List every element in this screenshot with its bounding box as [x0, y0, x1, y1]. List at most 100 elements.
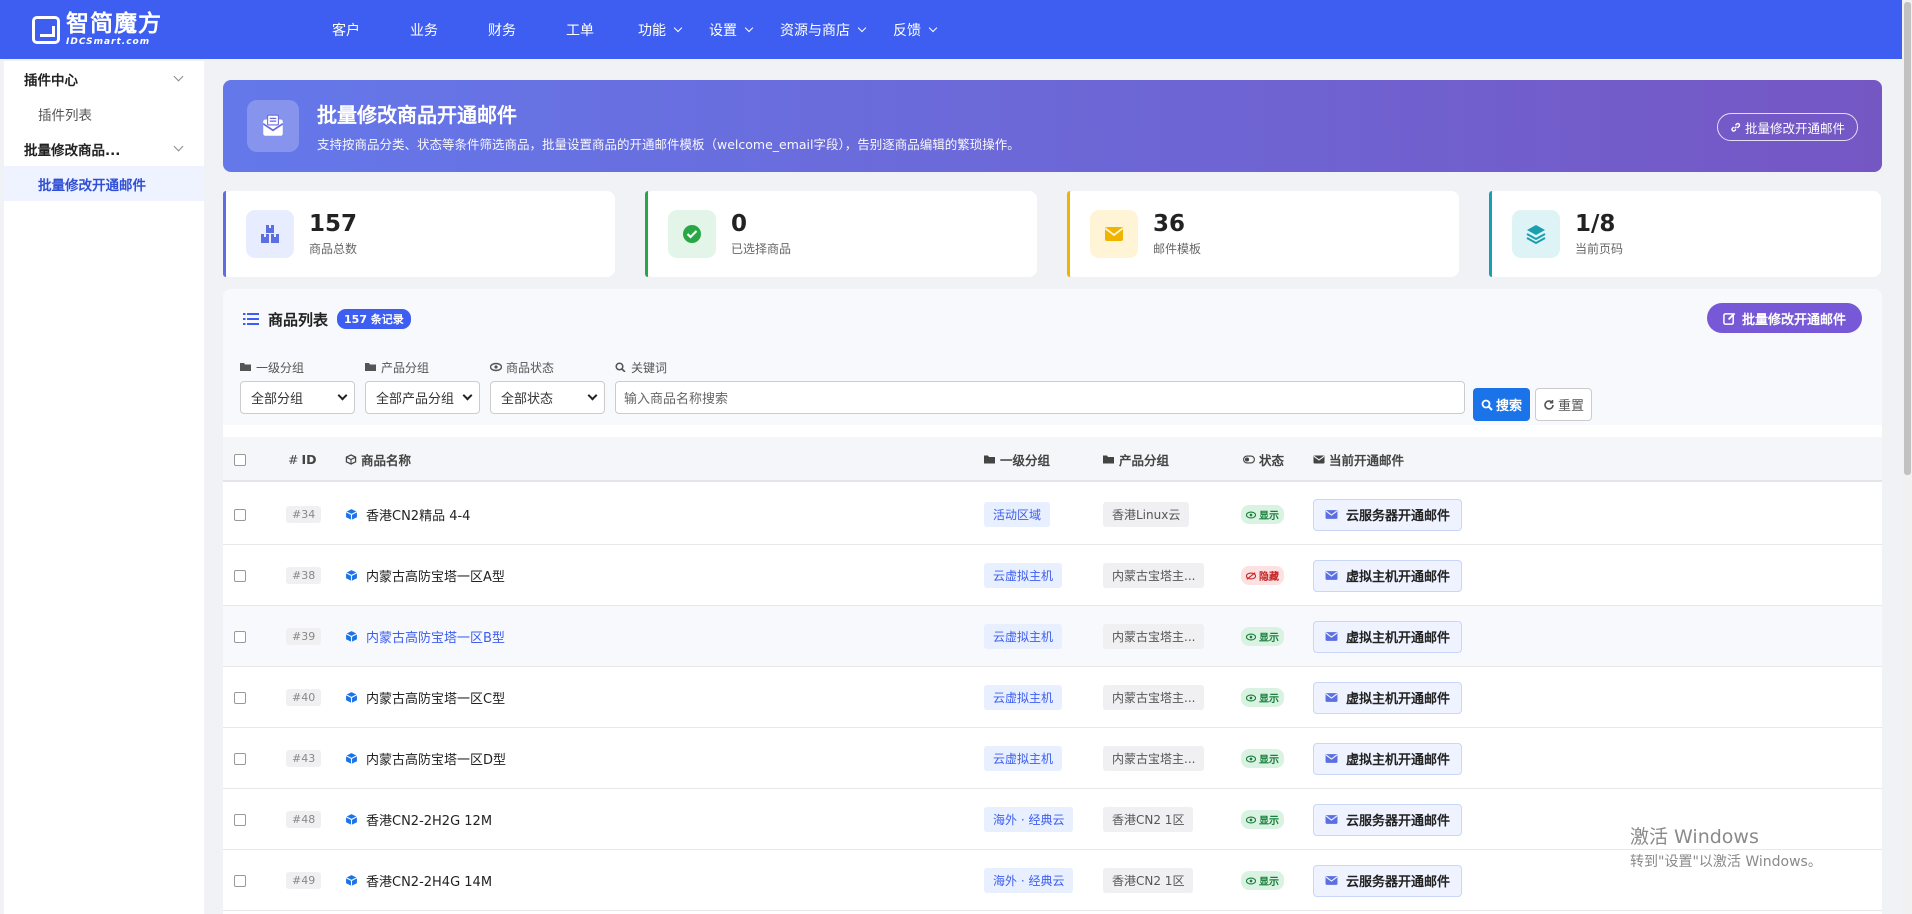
current-mail-button[interactable]: 虚拟主机开通邮件	[1313, 620, 1463, 653]
nav-item-resources-store[interactable]: 资源与商店	[780, 0, 867, 59]
top-navbar: 智简魔方 IDCSmart.com 客户 业务 财务 工单 功能 设置 资源与商…	[0, 0, 1902, 59]
group1-select[interactable]: 全部分组	[240, 381, 355, 414]
nav-item-customers[interactable]: 客户	[332, 0, 360, 59]
col-mail[interactable]: 当前开通邮件	[1313, 437, 1404, 482]
product-name[interactable]: 香港CN2精品 4-4	[366, 505, 470, 524]
eye-icon	[1246, 877, 1256, 884]
envelope-icon	[1325, 632, 1338, 641]
row-checkbox[interactable]	[234, 630, 246, 643]
row-checkbox[interactable]	[234, 691, 246, 704]
nav-item-feedback[interactable]: 反馈	[893, 0, 938, 59]
mail-envelope-icon	[247, 100, 299, 152]
nav-item-settings[interactable]: 设置	[709, 0, 754, 59]
table-row[interactable]: #43 内蒙古高防宝塔一区D型 云虚拟主机 内蒙古宝塔主... 显示 虚拟主机开通邮件	[223, 728, 1882, 789]
chevron-down-icon	[173, 141, 184, 152]
row-checkbox[interactable]	[234, 874, 246, 887]
status-badge: 显示	[1241, 810, 1284, 829]
table-row[interactable]: #39 内蒙古高防宝塔一区B型 云虚拟主机 内蒙古宝塔主... 显示 虚拟主机开通邮件	[223, 606, 1882, 667]
page-banner: 批量修改商品开通邮件 支持按商品分类、状态等条件筛选商品，批量设置商品的开通邮件…	[223, 80, 1882, 172]
check-circle-icon	[668, 210, 716, 258]
scrollbar-thumb[interactable]	[1904, 2, 1911, 475]
nav-item-business[interactable]: 业务	[410, 0, 438, 59]
current-mail-button[interactable]: 虚拟主机开通邮件	[1313, 681, 1463, 714]
product-id: #34	[286, 506, 322, 523]
col-id[interactable]: # ID	[288, 437, 317, 482]
filter-group1: 一级分组 全部分组	[240, 359, 355, 414]
group2-select[interactable]: 全部产品分组	[365, 381, 480, 414]
row-checkbox[interactable]	[234, 813, 246, 826]
panel-title: 商品列表	[268, 310, 329, 329]
envelope-icon	[1090, 210, 1138, 258]
product-id: #43	[286, 750, 322, 767]
folder-open-icon	[240, 363, 251, 371]
table-header: # ID 商品名称 一级分组 产品分组 状态 当前开通邮件	[223, 437, 1882, 482]
eye-slash-icon	[1246, 571, 1256, 580]
row-checkbox[interactable]	[234, 508, 246, 521]
product-name[interactable]: 内蒙古高防宝塔一区D型	[366, 749, 506, 768]
reset-button[interactable]: 重置	[1535, 388, 1593, 421]
chevron-down-icon	[173, 71, 184, 82]
table-row[interactable]: #34 香港CN2精品 4-4 活动区域 香港Linux云 显示 云服务器开通邮件	[223, 484, 1882, 545]
current-mail-button[interactable]: 虚拟主机开通邮件	[1313, 742, 1463, 775]
chevron-down-icon	[462, 390, 473, 401]
group2-tag: 香港Linux云	[1103, 502, 1190, 527]
group2-tag: 香港CN2 1区	[1103, 868, 1194, 893]
boxes-icon	[246, 210, 294, 258]
product-name[interactable]: 内蒙古高防宝塔一区B型	[366, 627, 505, 646]
keyword-search-input[interactable]: 输入商品名称搜索	[615, 381, 1465, 414]
eye-icon	[1246, 816, 1256, 823]
group2-tag: 内蒙古宝塔主...	[1103, 563, 1205, 588]
product-name[interactable]: 内蒙古高防宝塔一区A型	[366, 566, 505, 585]
current-mail-button[interactable]: 云服务器开通邮件	[1313, 498, 1463, 531]
batch-edit-email-button[interactable]: 批量修改开通邮件	[1706, 303, 1862, 333]
refresh-icon	[1544, 399, 1554, 410]
product-name[interactable]: 内蒙古高防宝塔一区C型	[366, 688, 505, 707]
col-group1[interactable]: 一级分组	[984, 437, 1050, 482]
nav-item-tickets[interactable]: 工单	[566, 0, 594, 59]
folder-icon	[1103, 455, 1114, 464]
table-row[interactable]: #38 内蒙古高防宝塔一区A型 云虚拟主机 内蒙古宝塔主... 隐藏 虚拟主机开通邮件	[223, 545, 1882, 606]
col-status[interactable]: 状态	[1243, 437, 1284, 482]
sidebar-item-plugin-list[interactable]: 插件列表	[4, 96, 204, 131]
status-select[interactable]: 全部状态	[490, 381, 605, 414]
col-group2[interactable]: 产品分组	[1103, 437, 1169, 482]
page-scrollbar[interactable]	[1902, 0, 1912, 914]
current-mail-button[interactable]: 虚拟主机开通邮件	[1313, 559, 1463, 592]
eye-icon	[1246, 511, 1256, 518]
eye-icon	[1246, 694, 1256, 701]
logo-mark-icon	[32, 15, 60, 44]
current-mail-button[interactable]: 云服务器开通邮件	[1313, 803, 1463, 836]
envelope-icon	[1325, 876, 1338, 885]
sidebar-group-plugin-center[interactable]: 插件中心	[4, 61, 204, 96]
current-mail-button[interactable]: 云服务器开通邮件	[1313, 864, 1463, 897]
stat-card-current-page: 1/8 当前页码	[1489, 191, 1881, 277]
row-checkbox[interactable]	[234, 752, 246, 765]
status-badge: 显示	[1241, 871, 1284, 890]
page-description: 支持按商品分类、状态等条件筛选商品，批量设置商品的开通邮件模板（welcome_…	[317, 137, 1020, 152]
product-name[interactable]: 香港CN2-2H2G 12M	[366, 810, 492, 829]
edit-icon	[1723, 312, 1736, 325]
eye-icon	[490, 362, 502, 372]
stat-value: 36	[1153, 211, 1186, 237]
logo[interactable]: 智简魔方 IDCSmart.com	[32, 12, 332, 47]
search-button[interactable]: 搜索	[1473, 388, 1531, 421]
group1-tag: 云虚拟主机	[984, 624, 1063, 649]
row-checkbox[interactable]	[234, 569, 246, 582]
chevron-down-icon	[744, 23, 754, 32]
sidebar-item-batch-email[interactable]: 批量修改开通邮件	[4, 166, 204, 201]
panel-header: 商品列表 157 条记录 批量修改开通邮件	[223, 289, 1882, 349]
nav-item-finance[interactable]: 财务	[488, 0, 516, 59]
stat-label: 商品总数	[309, 242, 358, 256]
col-name[interactable]: 商品名称	[345, 437, 411, 482]
select-all-checkbox[interactable]	[234, 453, 246, 466]
stat-card-selected-products: 0 已选择商品	[645, 191, 1037, 277]
sidebar-group-batch-modify[interactable]: 批量修改商品...	[4, 131, 204, 166]
banner-batch-email-button[interactable]: 批量修改开通邮件	[1716, 113, 1858, 141]
stat-value: 157	[309, 211, 358, 237]
envelope-icon	[1325, 571, 1338, 580]
group1-tag: 云虚拟主机	[984, 746, 1063, 771]
product-name[interactable]: 香港CN2-2H4G 14M	[366, 871, 492, 890]
logo-subtext: IDCSmart.com	[66, 36, 151, 47]
table-row[interactable]: #40 内蒙古高防宝塔一区C型 云虚拟主机 内蒙古宝塔主... 显示 虚拟主机开通邮件	[223, 667, 1882, 728]
nav-item-functions[interactable]: 功能	[638, 0, 683, 59]
